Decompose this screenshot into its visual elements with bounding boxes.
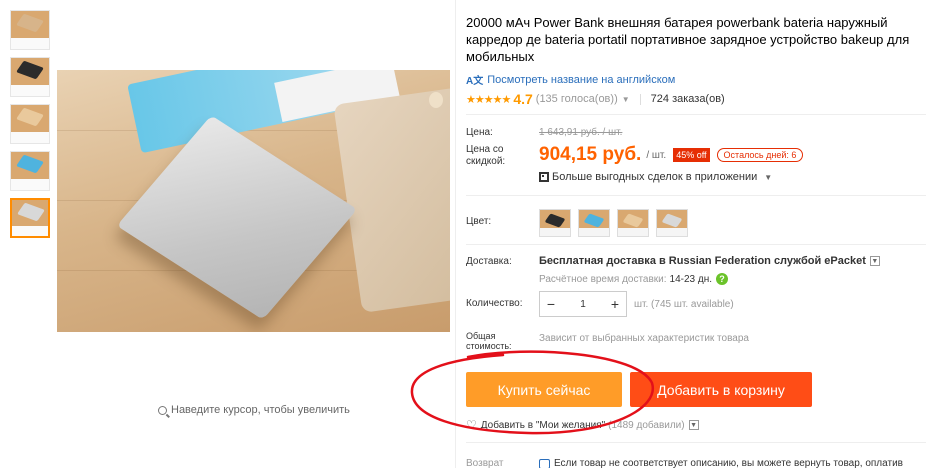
quantity-stepper: − 1 + — [539, 291, 627, 317]
heart-icon: ♡ — [466, 418, 477, 432]
wishlist-count: (1489 добавили) — [608, 419, 685, 431]
price-unit: / шт. — [646, 149, 667, 161]
translate-link[interactable]: A文 Посмотреть название на английском — [466, 72, 676, 88]
price-amount: 904,15 руб. — [539, 144, 642, 165]
thumbnail[interactable] — [10, 10, 50, 50]
thumbnail[interactable] — [10, 104, 50, 144]
product-title: 20000 мАч Power Bank внешняя батарея pow… — [466, 15, 910, 64]
old-price: 1 643,91 руб. / шт. — [539, 127, 623, 138]
divider — [466, 244, 926, 245]
search-icon — [158, 405, 167, 415]
color-swatches — [539, 209, 688, 237]
color-swatch[interactable] — [539, 209, 571, 237]
color-swatch[interactable] — [617, 209, 649, 237]
shipping-method[interactable]: Бесплатная доставка в Russian Federation… — [539, 255, 880, 267]
translate-icon: A文 — [466, 76, 484, 87]
tablet-shape — [333, 77, 450, 313]
divider — [466, 442, 926, 443]
rating-stars-icon: ★★★★★ — [466, 93, 511, 106]
discount-badge: 45% off — [673, 148, 710, 162]
total-label: Общая стоимость: — [466, 331, 512, 351]
chevron-down-icon[interactable]: ▼ — [622, 95, 630, 104]
app-deals-link[interactable]: Больше выгодных сделок в приложении ▼ — [539, 171, 772, 183]
wishlist-link[interactable]: ♡ Добавить в "Мои желания" (1489 добавил… — [466, 418, 699, 432]
divider — [466, 195, 926, 196]
buy-now-button[interactable]: Купить сейчас — [466, 372, 622, 407]
shipping-time: Расчётное время доставки: 14-23 дн. ? — [539, 273, 729, 285]
wishlist-text: Добавить в "Мои желания" — [480, 419, 606, 431]
thumbnail-list — [10, 10, 50, 245]
return-policy-icon — [539, 458, 550, 468]
shipping-label: Доставка: — [466, 256, 512, 267]
discount-price: 904,15 руб. / шт. 45% off Осталось дней:… — [539, 144, 804, 166]
quantity-plus-button[interactable]: + — [604, 296, 626, 312]
zoom-hint-text: Наведите курсор, чтобы увеличить — [171, 404, 350, 416]
main-product-image[interactable] — [57, 70, 450, 332]
color-swatch[interactable] — [656, 209, 688, 237]
returns-text: Если товар не соответствует описанию, вы… — [554, 458, 903, 468]
orders-count: 724 заказа(ов) — [650, 93, 725, 105]
divider — [466, 114, 926, 115]
zoom-hint: Наведите курсор, чтобы увеличить — [158, 404, 350, 416]
shipping-time-value: 14-23 дн. — [669, 273, 713, 285]
qr-code-icon — [539, 172, 549, 182]
caret-down-icon: ▼ — [764, 172, 773, 182]
color-swatch[interactable] — [578, 209, 610, 237]
chevron-down-icon[interactable]: ▼ — [688, 420, 699, 430]
add-to-cart-button[interactable]: Добавить в корзину — [630, 372, 812, 407]
shipping-time-label: Расчётное время доставки: — [539, 273, 667, 285]
help-icon[interactable]: ? — [716, 273, 729, 285]
rating-value: 4.7 — [513, 91, 533, 107]
thumbnail[interactable] — [10, 57, 50, 97]
thumbnail[interactable] — [10, 151, 50, 191]
total-hint: Зависит от выбранных характеристик товар… — [539, 333, 749, 344]
available-count: шт. (745 шт. available) — [634, 299, 734, 310]
quantity-label: Количество: — [466, 298, 523, 309]
separator — [639, 93, 641, 105]
days-left-badge: Осталось дней: 6 — [716, 148, 804, 162]
price-label: Цена: — [466, 127, 493, 138]
returns-label: Возврат — [466, 458, 504, 468]
shipping-method-text: Бесплатная доставка в Russian Federation… — [539, 255, 866, 267]
quantity-input[interactable]: 1 — [562, 299, 604, 310]
translate-link-text: Посмотреть название на английском — [487, 73, 676, 86]
returns-info: Если товар не соответствует описанию, вы… — [539, 458, 903, 468]
apple-logo-icon — [429, 92, 443, 108]
chevron-down-icon[interactable]: ▼ — [869, 256, 880, 266]
discount-price-label: Цена со скидкой: — [466, 144, 506, 167]
color-label: Цвет: — [466, 216, 492, 227]
quantity-minus-button[interactable]: − — [540, 296, 562, 312]
votes-link[interactable]: (135 голоса(ов)) — [536, 93, 618, 105]
thumbnail[interactable] — [10, 198, 50, 238]
rating-row: ★★★★★ 4.7 (135 голоса(ов)) ▼ 724 заказа(… — [466, 91, 725, 107]
column-divider — [455, 0, 456, 468]
app-deals-text: Больше выгодных сделок в приложении — [552, 171, 758, 183]
